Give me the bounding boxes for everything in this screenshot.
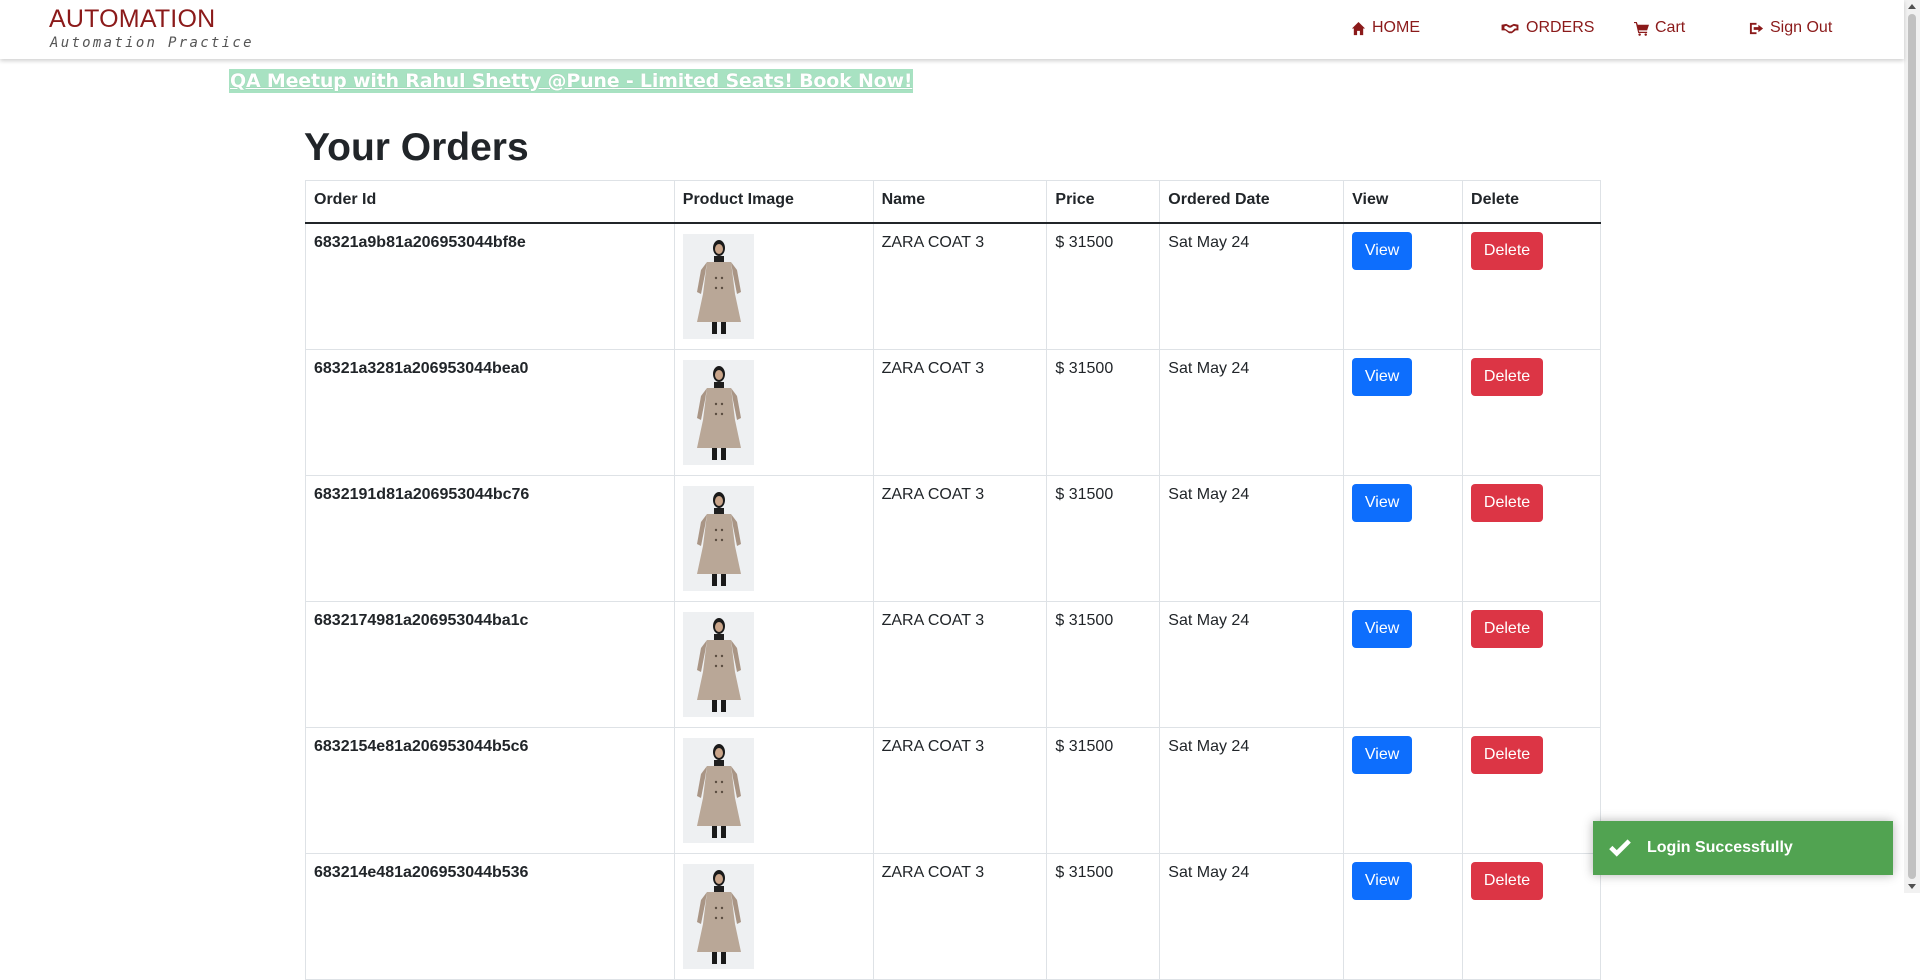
toast-notification[interactable]: Login Successfully <box>1593 821 1893 875</box>
sign-out-icon <box>1749 22 1764 34</box>
product-image-cell <box>673 222 874 350</box>
nav-home-label: HOME <box>1372 19 1420 36</box>
header-price: Price <box>1046 180 1161 224</box>
product-name-cell: ZARA COAT 3 <box>872 852 1048 980</box>
nav-orders-button[interactable]: ORDERS <box>1500 19 1594 37</box>
brand-title[interactable]: AUTOMATION <box>49 5 215 34</box>
delete-button[interactable]: Delete <box>1471 861 1544 900</box>
brand-subtitle: Automation Practice <box>50 35 254 51</box>
scroll-up-arrow-icon[interactable] <box>1908 4 1916 9</box>
view-button[interactable]: View <box>1352 483 1413 522</box>
scrollbar-thumb[interactable] <box>1908 14 1916 879</box>
view-cell: View <box>1343 222 1464 350</box>
delete-cell: Delete <box>1462 852 1601 980</box>
ordered-date-cell: Sat May 24 <box>1159 348 1345 476</box>
view-button[interactable]: View <box>1352 609 1413 648</box>
table-row: 6832154e81a206953044b5c6 ZARA COAT 3 $ 3… <box>305 726 1601 854</box>
table-header-row: Order Id Product Image Name Price Ordere… <box>305 180 1601 224</box>
ordered-date-cell: Sat May 24 <box>1159 726 1345 854</box>
order-id-cell: 68321a3281a206953044bea0 <box>305 348 675 476</box>
ordered-date-cell: Sat May 24 <box>1159 474 1345 602</box>
ordered-date-cell: Sat May 24 <box>1159 600 1345 728</box>
delete-cell: Delete <box>1462 474 1601 602</box>
header-delete: Delete <box>1462 180 1601 224</box>
promo-link[interactable]: QA Meetup with Rahul Shetty @Pune - Limi… <box>229 69 914 93</box>
nav-orders-label: ORDERS <box>1526 19 1595 36</box>
delete-button[interactable]: Delete <box>1471 231 1544 270</box>
delete-button[interactable]: Delete <box>1471 735 1544 774</box>
nav-signout-button[interactable]: Sign Out <box>1749 19 1832 37</box>
delete-cell: Delete <box>1462 600 1601 728</box>
product-name-cell: ZARA COAT 3 <box>872 348 1048 476</box>
cart-icon <box>1634 21 1649 36</box>
check-icon <box>1609 839 1631 857</box>
table-row: 68321a3281a206953044bea0 ZARA COAT 3 $ 3… <box>305 348 1601 476</box>
order-id-cell: 6832174981a206953044ba1c <box>305 600 675 728</box>
delete-button[interactable]: Delete <box>1471 609 1544 648</box>
ordered-date-cell: Sat May 24 <box>1159 222 1345 350</box>
view-cell: View <box>1343 348 1464 476</box>
product-image-cell <box>673 852 874 980</box>
view-cell: View <box>1343 726 1464 854</box>
view-cell: View <box>1343 600 1464 728</box>
toast-message: Login Successfully <box>1647 839 1793 856</box>
price-cell: $ 31500 <box>1046 852 1161 980</box>
delete-button[interactable]: Delete <box>1471 357 1544 396</box>
view-button[interactable]: View <box>1352 357 1413 396</box>
nav-cart-label: Cart <box>1655 19 1686 36</box>
product-image[interactable] <box>682 737 754 843</box>
product-image[interactable] <box>682 233 754 339</box>
product-name-cell: ZARA COAT 3 <box>872 474 1048 602</box>
price-cell: $ 31500 <box>1046 600 1161 728</box>
price-cell: $ 31500 <box>1046 222 1161 350</box>
table-row: 6832174981a206953044ba1c ZARA COAT 3 $ 3… <box>305 600 1601 728</box>
product-image-cell <box>673 348 874 476</box>
table-row: 68321a9b81a206953044bf8e ZARA COAT 3 $ 3… <box>305 222 1601 350</box>
header-view: View <box>1343 180 1464 224</box>
product-image-cell <box>673 474 874 602</box>
nav-cart-button[interactable]: Cart <box>1634 19 1685 37</box>
delete-cell: Delete <box>1462 222 1601 350</box>
orders-table: Order Id Product Image Name Price Ordere… <box>305 180 1601 980</box>
page-scrollbar[interactable] <box>1904 0 1920 893</box>
product-name-cell: ZARA COAT 3 <box>872 600 1048 728</box>
view-cell: View <box>1343 474 1464 602</box>
price-cell: $ 31500 <box>1046 726 1161 854</box>
view-button[interactable]: View <box>1352 735 1413 774</box>
page-title: Your Orders <box>304 126 529 169</box>
header-order-id: Order Id <box>305 180 675 224</box>
nav-home-button[interactable]: HOME <box>1351 19 1420 37</box>
scroll-down-arrow-icon[interactable] <box>1908 884 1916 889</box>
header-product-image: Product Image <box>673 180 874 224</box>
order-id-cell: 6832154e81a206953044b5c6 <box>305 726 675 854</box>
price-cell: $ 31500 <box>1046 348 1161 476</box>
table-row: 6832191d81a206953044bc76 ZARA COAT 3 $ 3… <box>305 474 1601 602</box>
header-name: Name <box>872 180 1048 224</box>
table-row: 683214e481a206953044b536 ZARA COAT 3 $ 3… <box>305 852 1601 980</box>
nav-signout-label: Sign Out <box>1770 19 1833 36</box>
order-id-cell: 6832191d81a206953044bc76 <box>305 474 675 602</box>
delete-cell: Delete <box>1462 348 1601 476</box>
product-image[interactable] <box>682 359 754 465</box>
order-id-cell: 683214e481a206953044b536 <box>305 852 675 980</box>
product-image-cell <box>673 726 874 854</box>
product-name-cell: ZARA COAT 3 <box>872 222 1048 350</box>
product-image[interactable] <box>682 863 754 969</box>
header-ordered-date: Ordered Date <box>1159 180 1345 224</box>
view-button[interactable]: View <box>1352 861 1413 900</box>
ordered-date-cell: Sat May 24 <box>1159 852 1345 980</box>
view-cell: View <box>1343 852 1464 980</box>
handshake-icon <box>1501 23 1519 33</box>
delete-cell: Delete <box>1462 726 1601 854</box>
delete-button[interactable]: Delete <box>1471 483 1544 522</box>
product-image[interactable] <box>682 485 754 591</box>
top-navbar: AUTOMATION Automation Practice HOME ORDE… <box>0 0 1904 59</box>
product-image-cell <box>673 600 874 728</box>
order-id-cell: 68321a9b81a206953044bf8e <box>305 222 675 350</box>
price-cell: $ 31500 <box>1046 474 1161 602</box>
product-name-cell: ZARA COAT 3 <box>872 726 1048 854</box>
home-icon <box>1351 21 1366 35</box>
product-image[interactable] <box>682 611 754 717</box>
view-button[interactable]: View <box>1352 231 1413 270</box>
